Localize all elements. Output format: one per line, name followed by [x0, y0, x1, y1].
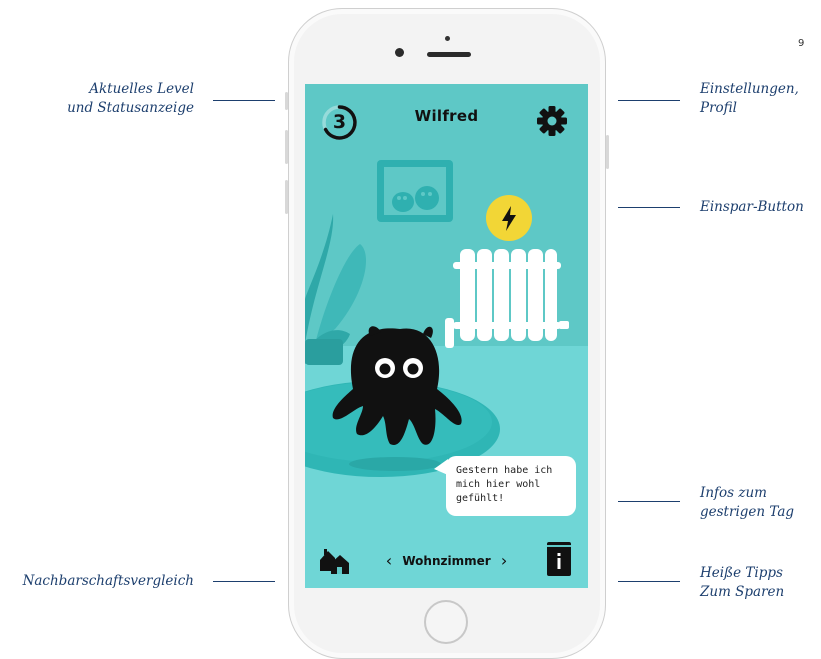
phone-speaker [427, 52, 471, 57]
phone-camera [395, 48, 404, 57]
chevron-right-icon[interactable]: › [501, 551, 507, 570]
annotation-line [213, 581, 275, 583]
monster-shadow [349, 457, 441, 471]
phone-sensor [445, 36, 450, 41]
annotation-level-status: Aktuelles Level und Statusanzeige [67, 81, 194, 116]
save-energy-button[interactable] [485, 194, 533, 242]
annotation-line [618, 501, 680, 503]
volume-button[interactable] [285, 92, 288, 110]
app-screen: 3 Wilfred Gestern habe ich mich hier woh… [305, 84, 588, 588]
volume-button[interactable] [285, 130, 288, 164]
annotation-hot-tips: Heiße Tipps Zum Sparen [700, 565, 785, 600]
picture-frame [377, 160, 453, 222]
volume-button[interactable] [285, 180, 288, 214]
annotation-save-button: Einspar-Button [700, 199, 804, 215]
annotation-line [618, 100, 680, 102]
annotation-neighborhood: Nachbarschaftsvergleich [22, 573, 194, 589]
page-number: 9 [798, 38, 805, 49]
plant [305, 214, 367, 365]
power-button[interactable] [606, 135, 609, 169]
annotation-line [618, 207, 680, 209]
annotation-line [213, 100, 275, 102]
annotation-yesterday-info: Infos zum gestrigen Tag [700, 485, 795, 520]
home-button[interactable] [424, 600, 468, 644]
yesterday-speech-bubble[interactable]: Gestern habe ich mich hier wohl gefühlt! [446, 456, 576, 516]
annotation-settings-profile: Einstellungen, Profil [700, 81, 799, 116]
gear-icon[interactable] [535, 104, 569, 138]
radiator [445, 249, 569, 348]
info-book-icon[interactable] [546, 542, 572, 576]
chevron-left-icon[interactable]: ‹ [386, 551, 392, 570]
room-name[interactable]: Wohnzimmer [402, 554, 490, 568]
annotation-line [618, 581, 680, 583]
